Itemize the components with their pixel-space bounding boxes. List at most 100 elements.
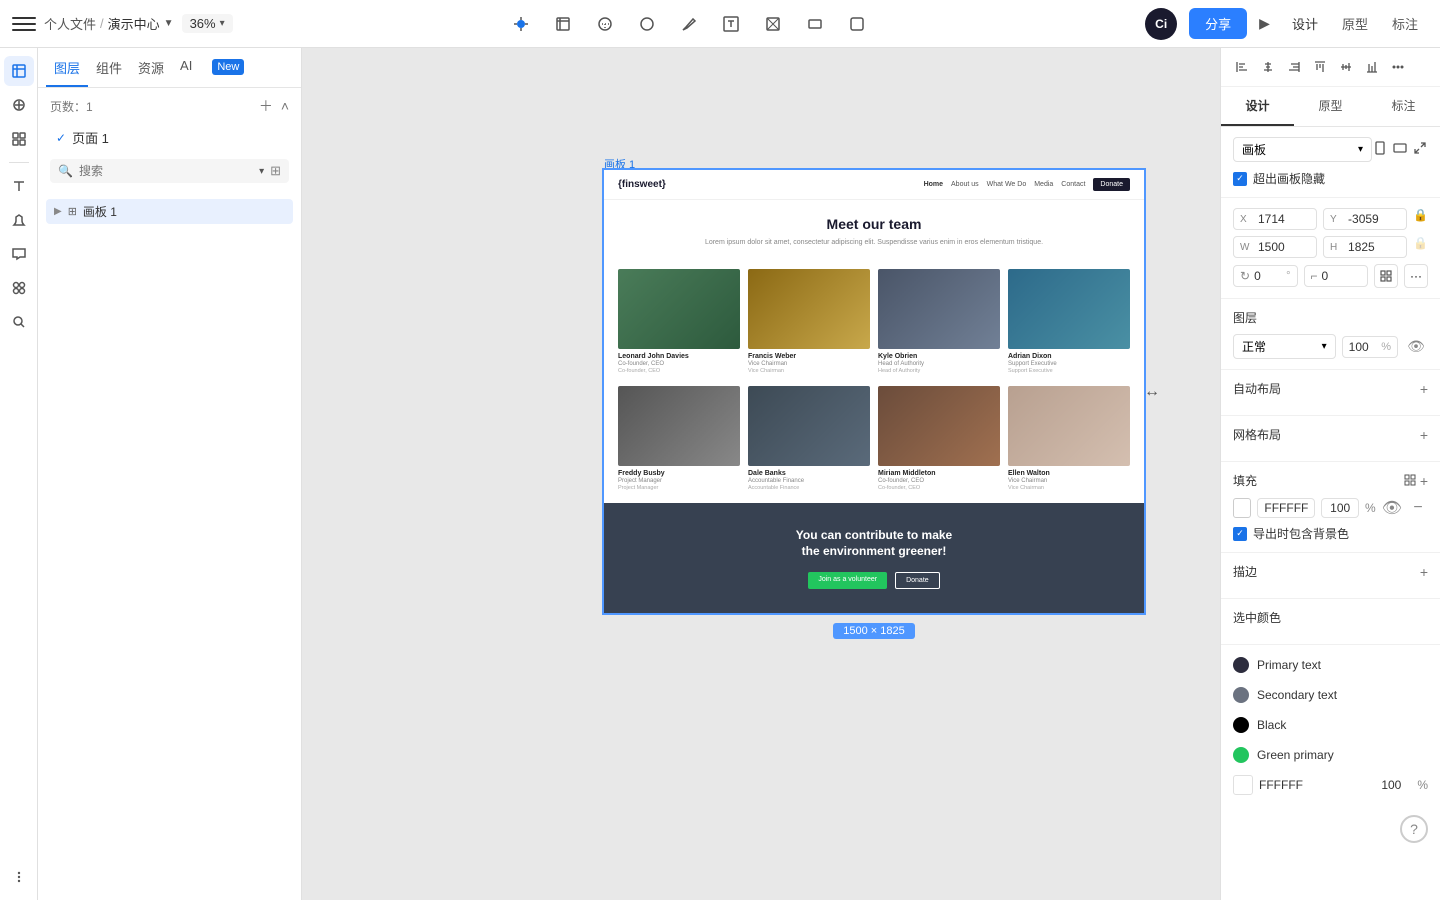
add-page-button[interactable]: ＋ — [259, 96, 273, 116]
fill-remove-icon[interactable]: − — [1408, 497, 1428, 519]
align-right-icon[interactable] — [1283, 56, 1305, 78]
team-photo-miriam — [878, 386, 1000, 466]
color-item-primary: Primary text — [1233, 653, 1428, 677]
h-value: 1825 — [1348, 240, 1400, 254]
pen-tool-icon[interactable] — [678, 13, 700, 35]
frame-landscape-icon[interactable] — [1392, 140, 1408, 159]
y-field[interactable]: Y -3059 — [1323, 208, 1407, 230]
tab-prototype[interactable]: 原型 — [1332, 10, 1378, 37]
corner-radius-field[interactable]: ⌐ 0 — [1304, 265, 1369, 287]
paint-icon[interactable] — [4, 205, 34, 235]
left-sidebar: 图层 组件 资源 AI New 页数：1 ＋ ˄ ✓ 页面 1 🔍 — [38, 48, 302, 900]
grid-icon[interactable] — [4, 273, 34, 303]
layer-item-artboard[interactable]: ▶ ⊞ 画板 1 — [46, 199, 293, 224]
align-left-icon[interactable] — [1231, 56, 1253, 78]
align-center-h-icon[interactable] — [1257, 56, 1279, 78]
more-options-btn[interactable]: ··· — [1404, 264, 1428, 288]
cta-volunteer-btn[interactable]: Join as a volunteer — [808, 572, 887, 589]
rotate-field[interactable]: ↻ 0 ° — [1233, 265, 1298, 287]
resize-mode-btn[interactable] — [1374, 264, 1398, 288]
tab-new[interactable]: New — [200, 48, 252, 87]
cta-donate-btn[interactable]: Donate — [895, 572, 940, 589]
tab-design[interactable]: 设计 — [1282, 10, 1328, 37]
share-button[interactable]: 分享 — [1189, 8, 1247, 39]
grid-layout-header: 网格布局 + — [1233, 426, 1428, 443]
collapse-pages-button[interactable]: ˄ — [281, 96, 289, 116]
team-desc-3: Support Executive — [1008, 368, 1130, 374]
add-stroke-button[interactable]: + — [1420, 564, 1428, 580]
frame-expand-icon[interactable] — [1412, 140, 1428, 159]
tab-annotation[interactable]: 标注 — [1382, 10, 1428, 37]
distribute-icon[interactable] — [1387, 56, 1409, 78]
overflow-label: 超出画板隐藏 — [1253, 170, 1325, 187]
secondary-text-color-dot[interactable] — [1233, 687, 1249, 703]
add-fill-button[interactable]: + — [1420, 473, 1428, 489]
overflow-checkbox[interactable]: ✓ — [1233, 172, 1247, 186]
search-filter-icon[interactable]: ▾ — [259, 166, 264, 177]
frame-section-actions — [1372, 140, 1428, 159]
fill-color-swatch[interactable] — [1233, 498, 1251, 518]
search-input[interactable] — [79, 164, 253, 178]
bottom-fill-hex[interactable]: FFFFFF — [1259, 778, 1375, 792]
bottom-fill-swatch[interactable] — [1233, 775, 1253, 795]
primary-text-color-dot[interactable] — [1233, 657, 1249, 673]
rotate-icon: ↻ — [1240, 269, 1250, 283]
align-middle-v-icon[interactable] — [1335, 56, 1357, 78]
rotate-row: ↻ 0 ° ⌐ 0 ··· — [1233, 264, 1428, 288]
corner-value: 0 — [1322, 269, 1361, 283]
fill-grid-icon[interactable] — [1404, 473, 1416, 489]
comment-icon[interactable] — [4, 239, 34, 269]
tab-components[interactable]: 组件 — [88, 48, 130, 87]
search-strip-icon[interactable] — [4, 307, 34, 337]
frame-section: 画板 ▾ — [1221, 127, 1440, 198]
components-icon[interactable] — [4, 124, 34, 154]
fill-opacity-value[interactable]: 100 — [1321, 498, 1359, 518]
text-tool-icon[interactable] — [720, 13, 742, 35]
bottom-fill-pct[interactable]: 100 — [1381, 778, 1411, 792]
frame-dropdown[interactable]: 画板 ▾ — [1233, 137, 1372, 162]
align-bottom-icon[interactable] — [1361, 56, 1383, 78]
frame-portrait-icon[interactable] — [1372, 140, 1388, 159]
frame-tool-icon[interactable] — [552, 13, 574, 35]
right-tab-prototype[interactable]: 原型 — [1294, 87, 1367, 126]
component-tool-icon[interactable] — [762, 13, 784, 35]
component-chevron-icon[interactable] — [804, 13, 826, 35]
play-icon[interactable]: ▶ — [1259, 15, 1270, 32]
add-grid-button[interactable]: + — [1420, 427, 1428, 443]
export-checkbox[interactable]: ✓ — [1233, 527, 1247, 541]
zoom-control[interactable]: 36% ▾ — [182, 14, 233, 33]
add-auto-layout-button[interactable]: + — [1420, 381, 1428, 397]
breadcrumb-current[interactable]: 演示中心 ▼ — [108, 14, 174, 33]
page-item[interactable]: ✓ 页面 1 — [50, 124, 289, 151]
opacity-field[interactable]: 100 % — [1342, 336, 1398, 358]
fill-eye-icon[interactable]: 👁 — [1382, 497, 1402, 519]
layers-icon[interactable] — [4, 56, 34, 86]
move-tool-icon[interactable] — [510, 13, 532, 35]
assets-icon[interactable] — [4, 90, 34, 120]
fill-section-header: 填充 + — [1233, 472, 1428, 489]
resize-handle[interactable]: ↔ — [1144, 383, 1160, 401]
h-field[interactable]: H 1825 — [1323, 236, 1407, 258]
tab-assets[interactable]: 资源 — [130, 48, 172, 87]
shape-tool-icon[interactable] — [594, 13, 616, 35]
handtool-icon[interactable] — [846, 13, 868, 35]
text-tool-strip-icon[interactable] — [4, 171, 34, 201]
x-field[interactable]: X 1714 — [1233, 208, 1317, 230]
help-button[interactable]: ? — [1400, 815, 1428, 843]
shape-tool-chevron-icon[interactable] — [636, 13, 658, 35]
align-top-icon[interactable] — [1309, 56, 1331, 78]
nav-donate-btn[interactable]: Donate — [1093, 178, 1130, 191]
layer-mode-dropdown[interactable]: 正常 ▾ — [1233, 334, 1336, 359]
search-expand-icon[interactable]: ⊞ — [270, 163, 281, 179]
black-color-dot[interactable] — [1233, 717, 1249, 733]
menu-icon[interactable] — [12, 12, 36, 36]
tab-ai[interactable]: AI — [172, 48, 200, 87]
more-icon[interactable] — [4, 862, 34, 892]
right-tab-design[interactable]: 设计 — [1221, 87, 1294, 126]
right-tab-annotation[interactable]: 标注 — [1367, 87, 1440, 126]
layer-visibility-icon[interactable]: 👁 — [1404, 335, 1428, 359]
fill-hex-value[interactable]: FFFFFF — [1257, 498, 1315, 518]
tab-layers[interactable]: 图层 — [46, 48, 88, 87]
w-field[interactable]: W 1500 — [1233, 236, 1317, 258]
green-primary-color-dot[interactable] — [1233, 747, 1249, 763]
